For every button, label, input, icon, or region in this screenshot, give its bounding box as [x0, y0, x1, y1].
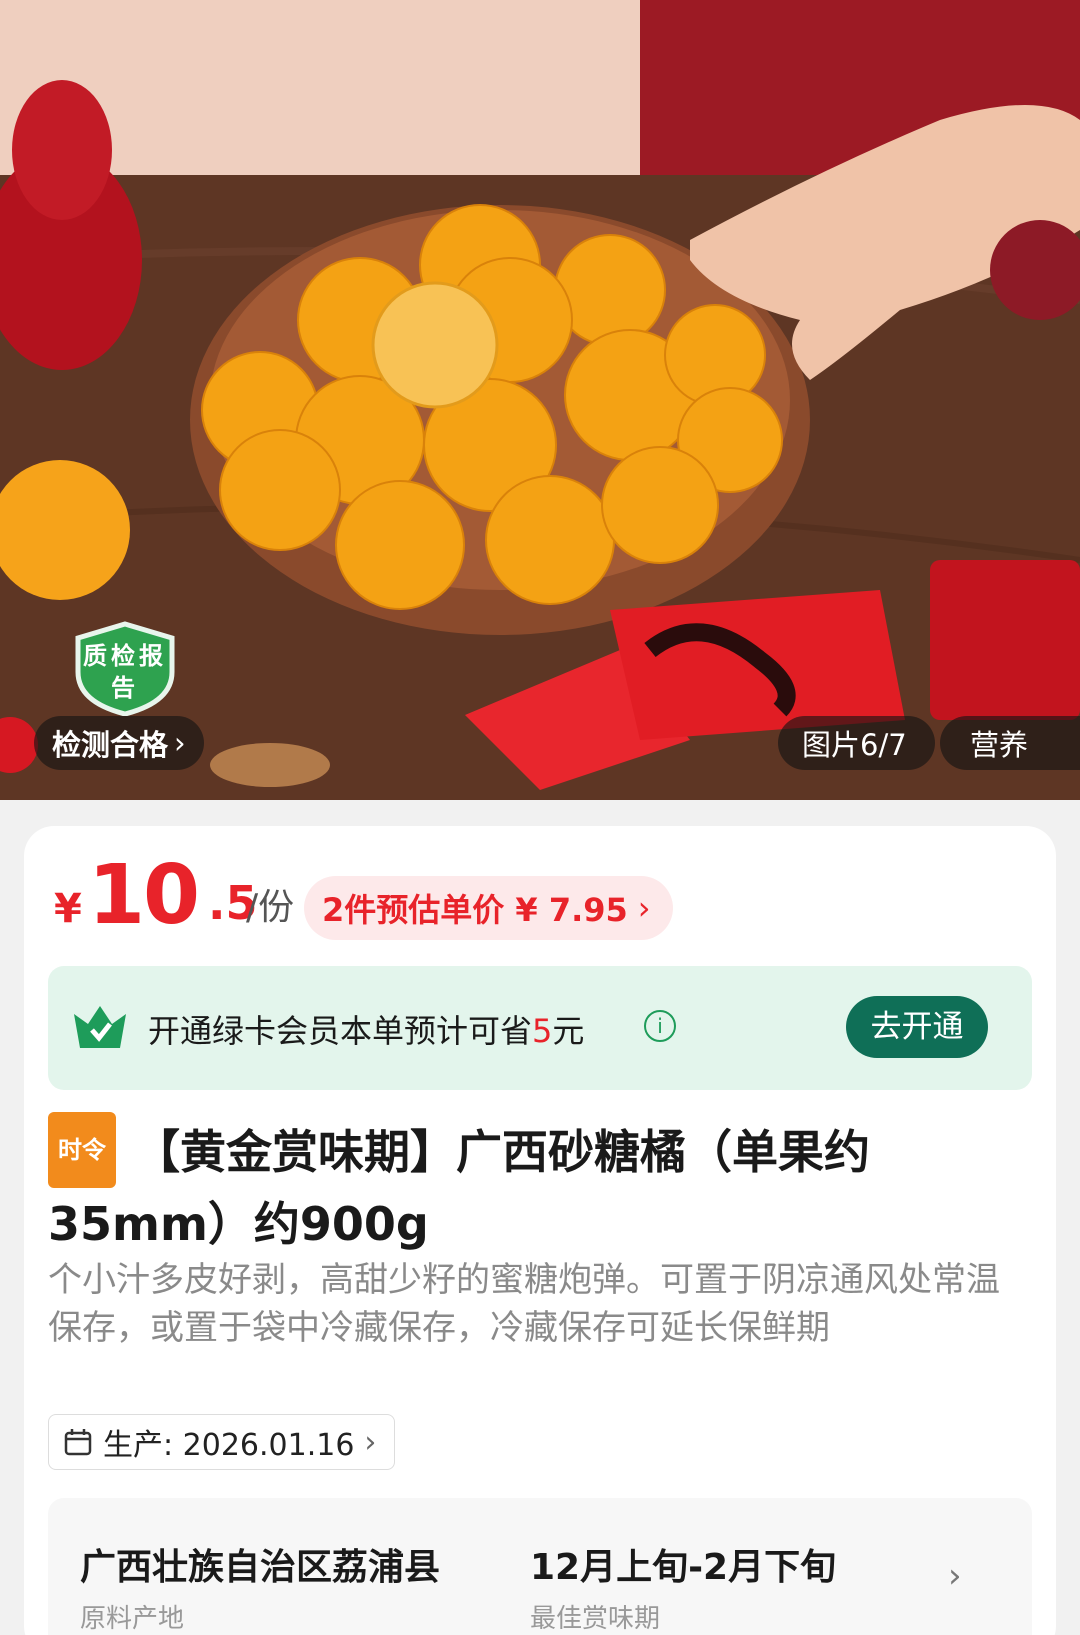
price-integer: 10 — [88, 848, 200, 943]
open-membership-button[interactable]: 去开通 — [846, 996, 988, 1058]
info-icon[interactable]: i — [644, 1010, 676, 1042]
best-season-caption: 最佳赏味期 — [530, 1604, 661, 1634]
quality-report-badge[interactable]: 质检报告 — [70, 620, 180, 716]
membership-text-unit: 元 — [552, 1012, 585, 1050]
chevron-right-icon: › — [637, 889, 651, 927]
inspection-label: 检测合格 — [52, 728, 169, 762]
production-date-button[interactable]: 生产: 2026.01.16 › — [48, 1414, 396, 1470]
membership-text-main: 开通绿卡会员本单预计可省 — [148, 1012, 533, 1050]
photo-counter-label: 图片6/7 — [802, 728, 907, 762]
best-season: 12月上旬-2月下旬 — [530, 1547, 837, 1588]
origin-place-caption: 原料产地 — [80, 1604, 185, 1634]
product-info-card: ¥ 10 .5 /份 2件预估单价 ¥ 7.95 › 开通绿卡会员本单预计可省5… — [24, 826, 1056, 1635]
origin-info-row[interactable]: 广西壮族自治区荔浦县 12月上旬-2月下旬 原料产地 最佳赏味期 › — [48, 1498, 1032, 1635]
membership-banner[interactable]: 开通绿卡会员本单预计可省5元 i 去开通 — [48, 966, 1032, 1090]
quality-badge-label: 质检报告 — [83, 642, 167, 702]
price-currency: ¥ — [54, 886, 82, 932]
membership-text: 开通绿卡会员本单预计可省5元 — [148, 1006, 584, 1052]
product-image-carousel[interactable]: 质检报告 检测合格 › 图片6/7 营养 — [0, 0, 1080, 800]
chevron-right-icon: › — [948, 1556, 962, 1596]
crown-icon — [74, 1006, 126, 1048]
tab-nutrition[interactable]: 营养 — [940, 716, 1080, 770]
product-title: 时令 【黄金赏味期】广西砂糖橘（单果约35mm）约900g — [48, 1112, 1008, 1260]
bundle-price-button[interactable]: 2件预估单价 ¥ 7.95 › — [304, 876, 673, 940]
product-title-block: 时令 【黄金赏味期】广西砂糖橘（单果约35mm）约900g — [48, 1112, 1008, 1260]
photo-counter: 图片6/7 — [778, 716, 935, 770]
chevron-right-icon: › — [174, 726, 186, 760]
product-title-text: 【黄金赏味期】广西砂糖橘（单果约35mm）约900g — [48, 1125, 870, 1251]
nutrition-tab-label: 营养 — [970, 728, 1029, 762]
product-description: 个小汁多皮好剥，高甜少籽的蜜糖炮弹。可置于阴凉通风处常温保存，或置于袋中冷藏保存… — [48, 1260, 1000, 1348]
bundle-price-label: 2件预估单价 ¥ 7.95 — [322, 891, 628, 929]
chevron-right-icon: › — [364, 1424, 377, 1460]
inspection-passed-link[interactable]: 检测合格 › — [34, 716, 204, 770]
production-date-label: 生产: 2026.01.16 — [103, 1428, 355, 1463]
seasonal-tag: 时令 — [48, 1112, 116, 1188]
membership-save-amount: 5 — [532, 1012, 553, 1050]
calendar-icon — [64, 1429, 92, 1456]
price-unit: /份 — [246, 887, 295, 928]
origin-place: 广西壮族自治区荔浦县 — [80, 1547, 441, 1588]
